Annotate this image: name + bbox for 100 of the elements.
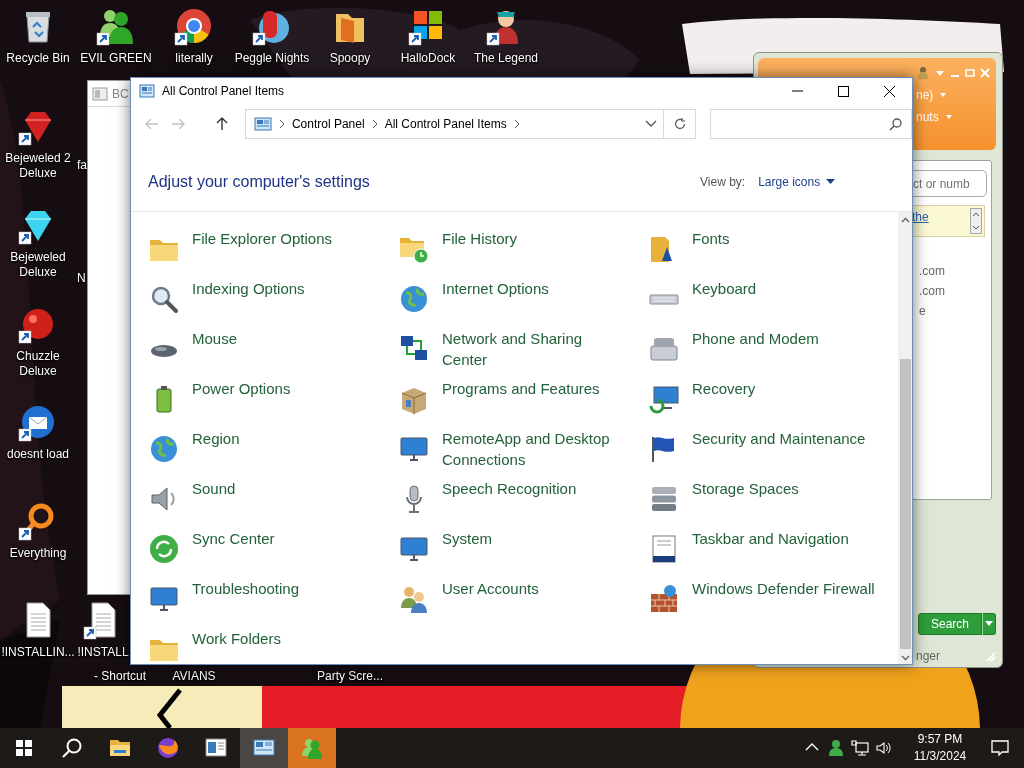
icon-label[interactable]: The Legend	[473, 51, 539, 66]
settings-link[interactable]: File Explorer Options	[192, 228, 333, 249]
icon-label[interactable]: Party Scre...	[317, 669, 383, 684]
icon-label[interactable]: fa	[77, 158, 87, 173]
settings-link[interactable]: Sound	[192, 478, 236, 499]
list-item[interactable]: .com	[919, 281, 985, 301]
settings-link[interactable]: RemoteApp and Desktop Connections	[442, 428, 626, 470]
notice-link[interactable]: the	[912, 208, 929, 234]
status-text: nger	[916, 648, 941, 665]
taskbar-button[interactable]	[240, 728, 288, 768]
dropdown-icon[interactable]	[645, 120, 658, 128]
window-panel-icon	[139, 83, 155, 99]
icon-label[interactable]: Bejeweled Deluxe	[0, 250, 76, 280]
icon-label[interactable]: !INSTALLIN...	[1, 645, 75, 660]
back-arrow-icon	[144, 116, 160, 132]
chevron-icon[interactable]	[277, 119, 286, 129]
caret-icon	[985, 621, 993, 627]
settings-link[interactable]: Network and Sharing Center	[442, 328, 626, 370]
icon-label[interactable]: literally	[175, 51, 213, 66]
scroll-down-icon[interactable]	[900, 655, 910, 661]
chevron-icon[interactable]	[512, 119, 521, 129]
icon-label[interactable]: Everything	[9, 546, 67, 561]
view-dropdown[interactable]: Large icons	[758, 172, 836, 191]
monitor-arrow-icon[interactable]	[648, 383, 680, 415]
settings-link[interactable]: Region	[192, 428, 240, 449]
window-title: All Control Panel Items	[162, 83, 286, 100]
settings-link[interactable]: Fonts	[692, 228, 730, 249]
refresh-button[interactable]	[664, 109, 697, 139]
list-item[interactable]: e	[919, 301, 985, 321]
settings-link[interactable]: Mouse	[192, 328, 238, 349]
sync-icon[interactable]	[148, 533, 180, 565]
settings-link[interactable]: Internet Options	[442, 278, 549, 299]
window-icon	[204, 736, 228, 760]
icon-label[interactable]: AVIANS	[172, 669, 216, 684]
icon-label[interactable]: Peggle Nights	[234, 51, 310, 66]
icon-label[interactable]: !INSTALL	[77, 645, 129, 660]
refresh-icon	[672, 117, 687, 131]
ring-logo-icon[interactable]	[174, 6, 214, 46]
icon-label[interactable]: N	[77, 271, 86, 286]
icon-label[interactable]: Chuzzle Deluxe	[0, 349, 76, 379]
chevron-icon[interactable]	[370, 119, 379, 129]
settings-link[interactable]: Taskbar and Navigation	[692, 528, 849, 549]
settings-link[interactable]: Programs and Features	[442, 378, 600, 399]
globe-logo-icon	[156, 736, 180, 760]
settings-link[interactable]: Speech Recognition	[442, 478, 577, 499]
globe-icon[interactable]	[398, 283, 430, 315]
icon-label[interactable]: Recycle Bin	[6, 51, 70, 66]
window-title: BC	[112, 85, 129, 103]
clock[interactable]: 9:57 PM 11/3/2024	[904, 731, 976, 765]
settings-link[interactable]: File History	[442, 228, 517, 249]
person-icon[interactable]	[916, 66, 930, 80]
settings-link[interactable]: Storage Spaces	[692, 478, 799, 499]
person-icon[interactable]	[827, 739, 845, 757]
icon-label[interactable]: EVIL GREEN	[80, 51, 152, 66]
icon-label[interactable]: Bejeweled 2 Deluxe	[0, 151, 76, 181]
scrollbar[interactable]	[898, 212, 912, 664]
scroll-thumb[interactable]	[899, 359, 911, 649]
settings-link[interactable]: System	[442, 528, 492, 549]
search-icon	[61, 737, 83, 759]
brick-wall-icon[interactable]	[648, 583, 680, 615]
settings-link[interactable]: Phone and Modem	[692, 328, 819, 349]
status-text: ne)	[916, 87, 934, 104]
icon-label[interactable]: doesnt load	[6, 447, 70, 462]
scroll-up-icon[interactable]	[900, 217, 910, 223]
view-by-label: View by:	[700, 173, 746, 191]
search-field[interactable]	[710, 109, 912, 139]
forward-arrow-icon	[169, 116, 186, 132]
dropdown-button[interactable]	[982, 613, 996, 635]
address-bar[interactable]: Control Panel All Control Panel Items	[244, 109, 665, 139]
icon-label[interactable]: HalloDock	[400, 51, 456, 66]
settings-link[interactable]: Security and Maintenance	[692, 428, 866, 449]
minimize-icon	[791, 90, 803, 92]
settings-link[interactable]: Work Folders	[192, 628, 281, 649]
settings-link[interactable]: Recovery	[692, 378, 756, 399]
breadcrumb[interactable]: Control Panel	[291, 115, 365, 133]
volume-icon[interactable]	[875, 739, 893, 757]
breadcrumb[interactable]: All Control Panel Items	[384, 115, 507, 133]
network-icon[interactable]	[851, 739, 869, 757]
window-icon	[92, 85, 108, 102]
caret-icon	[826, 178, 836, 185]
scroll-arrows-icon[interactable]	[970, 208, 982, 234]
settings-link[interactable]: Sync Center	[192, 528, 275, 549]
settings-link[interactable]: Windows Defender Firewall	[692, 578, 875, 599]
speech-bubble-icon	[990, 739, 1010, 757]
settings-link[interactable]: User Accounts	[442, 578, 539, 599]
search-icon	[889, 117, 903, 131]
page-heading: Adjust your computer's settings	[148, 171, 371, 192]
settings-link[interactable]: Power Options	[192, 378, 291, 399]
settings-link[interactable]: Troubleshooting	[192, 578, 299, 599]
people-icon	[300, 736, 324, 760]
close-icon	[883, 85, 895, 97]
status-text: nuts	[916, 109, 939, 126]
icon-label[interactable]: - Shortcut	[94, 669, 146, 684]
resize-grip-icon[interactable]	[984, 650, 996, 662]
settings-link[interactable]: Indexing Options	[192, 278, 305, 299]
icon-label[interactable]: Spoopy	[329, 51, 371, 66]
globe-icon[interactable]	[148, 433, 180, 465]
list-item[interactable]: .com	[919, 261, 985, 281]
settings-link[interactable]: Keyboard	[692, 278, 757, 299]
window-panel-icon	[253, 116, 272, 132]
